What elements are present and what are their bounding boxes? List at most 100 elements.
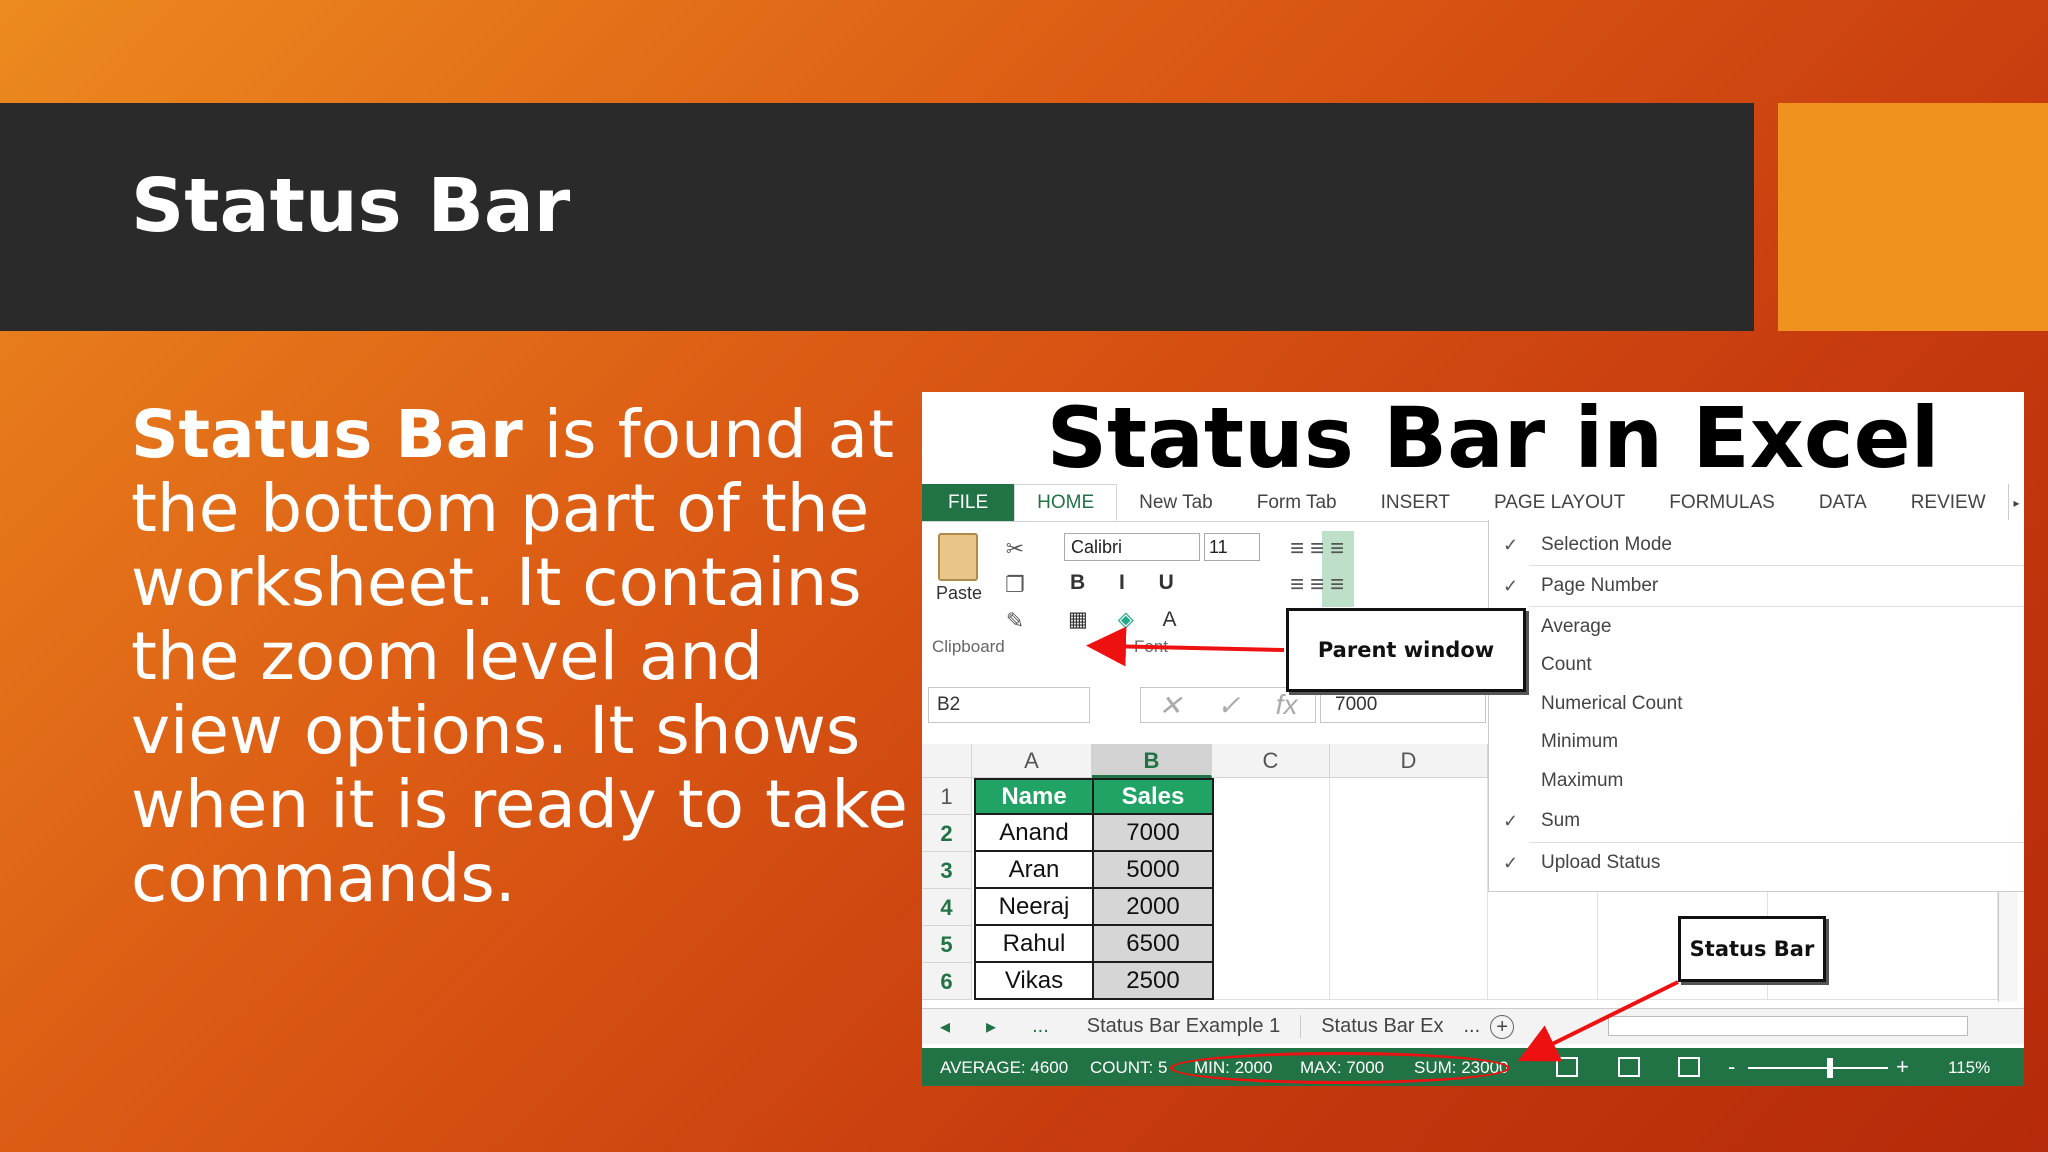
excel-screenshot: Status Bar in Excel FILE HOME New Tab Fo… <box>922 392 2024 1086</box>
horizontal-scrollbar[interactable] <box>1608 1016 1968 1036</box>
zoom-level[interactable]: 115% <box>1948 1058 1990 1078</box>
enter-icon[interactable]: ✓ <box>1217 689 1240 722</box>
cell-a5[interactable]: Rahul <box>974 926 1094 963</box>
cell-a1[interactable]: Name <box>974 778 1094 815</box>
column-header-b[interactable]: B <box>1092 744 1212 778</box>
menu-item-selection-mode[interactable]: ✓ Selection Mode <box>1489 530 2024 560</box>
tab-data[interactable]: DATA <box>1797 484 1889 521</box>
menu-item-label: Minimum <box>1541 731 1619 752</box>
normal-view-icon[interactable] <box>1556 1057 1578 1077</box>
row-header-2[interactable]: 2 <box>922 815 972 852</box>
ribbon-scroll-right-icon[interactable]: ▸ <box>2008 484 2024 521</box>
tab-review[interactable]: REVIEW <box>1889 484 2008 521</box>
cut-icon[interactable]: ✂ <box>1000 531 1030 567</box>
tab-new-tab[interactable]: New Tab <box>1117 484 1235 521</box>
status-bar-context-menu: ✓ Selection Mode ✓ Page Number Average Cou… <box>1488 520 2024 806</box>
select-all-corner[interactable] <box>922 744 972 778</box>
cell-a4[interactable]: Neeraj <box>974 889 1094 926</box>
menu-item-label: Numerical Count <box>1541 693 1683 714</box>
status-highlight-ellipse <box>1170 1052 1510 1084</box>
add-sheet-icon[interactable]: + <box>1490 1014 1515 1039</box>
paste-icon[interactable] <box>938 533 978 581</box>
column-header-d[interactable]: D <box>1330 744 1488 778</box>
font-style-buttons[interactable]: B I U <box>1070 571 1188 595</box>
status-average[interactable]: AVERAGE: 4600 <box>940 1058 1068 1078</box>
accent-block <box>1778 103 2048 331</box>
menu-item-maximum[interactable]: Maximum <box>1489 766 2024 796</box>
borders-icon[interactable]: ▦ <box>1068 608 1100 631</box>
tab-file[interactable]: FILE <box>922 484 1015 521</box>
status-bar-callout: Status Bar <box>1678 916 1826 982</box>
sheet-next-icon[interactable]: ▸ <box>968 1014 1014 1039</box>
cell-a3[interactable]: Aran <box>974 852 1094 889</box>
row-header-6[interactable]: 6 <box>922 963 972 1000</box>
sheet-more-button[interactable]: ... <box>1014 1015 1067 1038</box>
zoom-out-button[interactable]: - <box>1728 1054 1735 1080</box>
cell-b5[interactable]: 6500 <box>1092 926 1214 963</box>
menu-item-label: Average <box>1541 616 1612 637</box>
tab-page-layout[interactable]: PAGE LAYOUT <box>1472 484 1647 521</box>
slide-body: Status Bar is found at the bottom part o… <box>131 398 911 916</box>
status-count[interactable]: COUNT: 5 <box>1090 1058 1167 1078</box>
tab-insert[interactable]: INSERT <box>1359 484 1472 521</box>
formula-buttons: ✕ ✓ fx <box>1140 687 1316 723</box>
menu-item-upload-status[interactable]: ✓ Upload Status <box>1489 848 2024 878</box>
formula-bar[interactable]: 7000 <box>1320 687 1486 723</box>
row-header-3[interactable]: 3 <box>922 852 972 889</box>
cell-a2[interactable]: Anand <box>974 815 1094 852</box>
menu-item-page-number[interactable]: ✓ Page Number <box>1489 571 2024 601</box>
cell-b1[interactable]: Sales <box>1092 778 1214 815</box>
zoom-slider[interactable] <box>1748 1067 1888 1069</box>
body-text: is found at the bottom part of the works… <box>131 396 908 917</box>
check-icon: ✓ <box>1503 852 1519 873</box>
zoom-in-button[interactable]: + <box>1896 1054 1909 1080</box>
menu-item-label: Selection Mode <box>1541 534 1672 555</box>
font-color-icon[interactable]: A <box>1163 608 1189 631</box>
sheet-tab-example-1[interactable]: Status Bar Example 1 <box>1067 1015 1302 1038</box>
menu-item-numerical-count[interactable]: Numerical Count <box>1489 689 2024 719</box>
cell-b4[interactable]: 2000 <box>1092 889 1214 926</box>
insert-function-icon[interactable]: fx <box>1276 689 1298 721</box>
row-header-5[interactable]: 5 <box>922 926 972 963</box>
cell-b3[interactable]: 5000 <box>1092 852 1214 889</box>
font-size-select[interactable]: 11 <box>1204 533 1260 561</box>
font-group-label: Font <box>1134 637 1169 656</box>
column-header-c[interactable]: C <box>1212 744 1330 778</box>
menu-divider <box>1529 565 2024 566</box>
tab-home[interactable]: HOME <box>1014 484 1118 521</box>
column-c-cells[interactable] <box>1214 778 1330 1000</box>
check-icon: ✓ <box>1503 534 1519 555</box>
menu-item-sum[interactable]: ✓ Sum <box>1489 806 2024 836</box>
tab-form-tab[interactable]: Form Tab <box>1235 484 1359 521</box>
ribbon-tabs: FILE HOME New Tab Form Tab INSERT PAGE L… <box>922 484 2024 522</box>
page-layout-view-icon[interactable] <box>1618 1057 1640 1077</box>
sheet-tab-example-2[interactable]: Status Bar Ex <box>1301 1015 1463 1038</box>
paste-label[interactable]: Paste <box>936 583 982 604</box>
alignment-icons[interactable]: ≡≡≡ ≡≡≡ <box>1290 531 1420 611</box>
fill-color-icon[interactable]: ◈ <box>1118 608 1146 631</box>
sheet-prev-icon[interactable]: ◂ <box>922 1014 968 1039</box>
row-header-1[interactable]: 1 <box>922 778 972 815</box>
page-break-view-icon[interactable] <box>1678 1057 1700 1077</box>
zoom-slider-thumb[interactable] <box>1827 1058 1833 1078</box>
copy-icon[interactable]: ❐ <box>1000 567 1030 603</box>
column-d-cells[interactable] <box>1330 778 1488 1000</box>
menu-item-count[interactable]: Count <box>1489 650 2024 680</box>
format-painter-icon[interactable]: ✎ <box>1000 603 1030 639</box>
cell-b2[interactable]: 7000 <box>1092 815 1214 852</box>
tab-formulas[interactable]: FORMULAS <box>1647 484 1797 521</box>
row-header-4[interactable]: 4 <box>922 889 972 926</box>
font-color-buttons[interactable]: ▦ ◈ A <box>1068 607 1189 632</box>
sheet-overflow[interactable]: ... <box>1463 1015 1480 1038</box>
name-box[interactable]: B2 <box>928 687 1090 723</box>
parent-window-callout: Parent window <box>1286 608 1526 692</box>
font-name-select[interactable]: Calibri <box>1064 533 1200 561</box>
column-header-a[interactable]: A <box>972 744 1092 778</box>
cell-b6[interactable]: 2500 <box>1092 963 1214 1000</box>
menu-item-label: Page Number <box>1541 575 1659 596</box>
menu-item-label: Maximum <box>1541 770 1624 791</box>
menu-item-average[interactable]: Average <box>1489 612 2024 642</box>
cancel-icon[interactable]: ✕ <box>1159 689 1182 722</box>
cell-a6[interactable]: Vikas <box>974 963 1094 1000</box>
menu-item-minimum[interactable]: Minimum <box>1489 727 2024 757</box>
